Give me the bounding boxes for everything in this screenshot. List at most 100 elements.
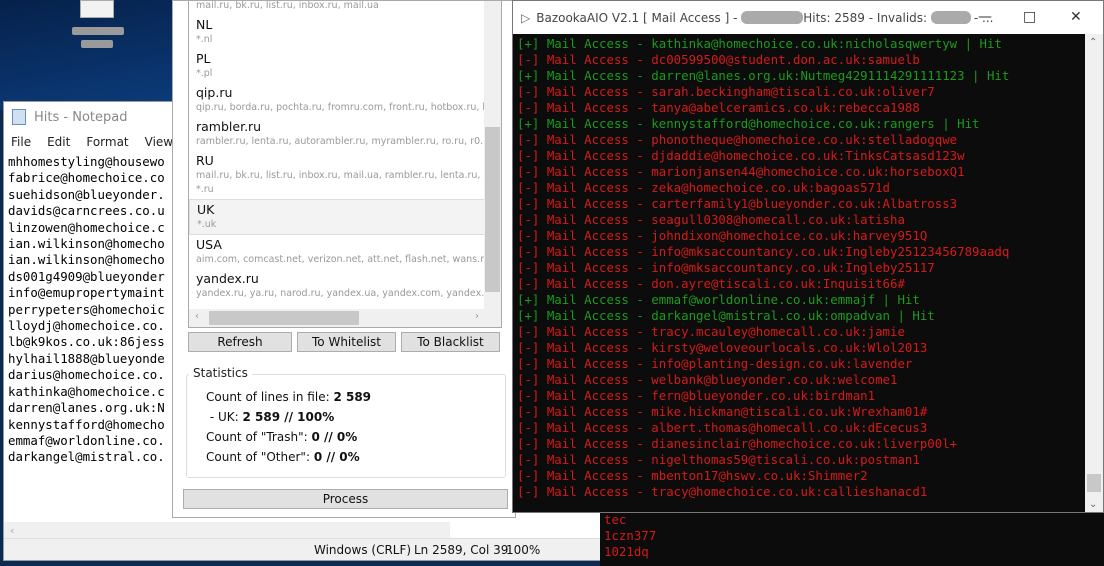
- status-bar: Windows (CRLF) Ln 2589, Col 39 100%: [4, 538, 600, 560]
- menu-item-format[interactable]: Format: [86, 135, 128, 149]
- bazooka-console-window: ▷ BazookaAIO V2.1 [ Mail Access ] - Hits…: [512, 0, 1104, 513]
- maximize-icon[interactable]: □: [1023, 9, 1036, 25]
- fail-line: [-] Mail Access - info@mksaccountancy.co…: [517, 244, 1010, 259]
- fail-line: [-] Mail Access - mike.hickman@tiscali.c…: [517, 404, 928, 419]
- fail-line: [-] Mail Access - albert.thomas@homecall…: [517, 420, 928, 435]
- fail-line: [-] Mail Access - marionjansen44@homecho…: [517, 164, 965, 179]
- to-whitelist-button[interactable]: To Whitelist: [297, 332, 396, 352]
- list-item[interactable]: PL *.pl: [189, 49, 501, 83]
- scroll-up-icon[interactable]: ⌃: [1089, 37, 1097, 48]
- fail-line: [-] Mail Access - phonotheque@homechoice…: [517, 132, 958, 147]
- trash-count: Count of "Trash": 0 // 0%: [206, 430, 357, 444]
- list-item-domains: rambler.ru, lenta.ru, autorambler.ru, my…: [196, 136, 501, 147]
- list-item-name: RU: [196, 153, 214, 168]
- list-item-domains: mail.ru, bk.ru, list.ru, inbox.ru, mail.…: [196, 1, 379, 11]
- fail-line: [-] Mail Access - fern@blueyonder.co.uk:…: [517, 388, 876, 403]
- background-console: tec 1czn377 1021dq: [600, 510, 1104, 566]
- statistics-title: Statistics: [189, 366, 252, 380]
- list-item[interactable]: qip.ru qip.ru, borda.ru, pochta.ru, fromr…: [189, 83, 501, 117]
- list-item[interactable]: USA aim.com, comcast.net, verizon.net, at…: [189, 235, 501, 269]
- fail-line: [-] Mail Access - tracy.mcauley@homecall…: [517, 324, 905, 339]
- scroll-thumb[interactable]: [1087, 474, 1101, 492]
- trash-value: 0 // 0%: [311, 430, 358, 444]
- list-item[interactable]: mail.ru, bk.ru, list.ru, inbox.ru, mail.…: [189, 1, 501, 15]
- menu-item-view[interactable]: View: [145, 135, 173, 149]
- fail-line: [-] Mail Access - dc00599500@student.don…: [517, 52, 920, 67]
- window-title: Hits - Notepad: [34, 109, 128, 125]
- refresh-button[interactable]: Refresh: [188, 332, 292, 352]
- desktop-file-icon[interactable]: [72, 0, 132, 50]
- hit-line: [+] Mail Access - kennystafford@homechoi…: [517, 116, 980, 131]
- uk-count: - UK: 2 589 // 100%: [206, 410, 334, 424]
- to-blacklist-button[interactable]: To Blacklist: [401, 332, 500, 352]
- list-item[interactable]: UK *.uk: [189, 199, 501, 235]
- fail-line: [-] Mail Access - info@planting-design.c…: [517, 356, 913, 371]
- menu-item-file[interactable]: File: [11, 135, 31, 149]
- list-item-domains: *.ru: [196, 184, 214, 195]
- redacted-label: [72, 27, 124, 35]
- list-item-domains: aim.com, comcast.net, verizon.net, att.n…: [196, 254, 501, 265]
- fail-line: [-] Mail Access - carterfamily1@blueyond…: [517, 196, 958, 211]
- redacted-label: [81, 40, 113, 48]
- cursor-position: Ln 2589, Col 39: [414, 543, 509, 557]
- fail-line: [-] Mail Access - don.ayre@tiscali.co.uk…: [517, 276, 905, 291]
- lines-value: 2 589: [333, 390, 372, 404]
- list-item[interactable]: RU mail.ru, bk.ru, list.ru, inbox.ru, mai…: [189, 151, 501, 199]
- app-icon: ▷: [521, 10, 531, 25]
- trash-label: Count of "Trash":: [206, 430, 312, 444]
- hit-line: [+] Mail Access - emmaf@worldonline.co.u…: [517, 292, 920, 307]
- list-item-name: PL: [196, 51, 211, 66]
- list-item-name: rambler.ru: [196, 119, 262, 134]
- fail-line: [-] Mail Access - nigelthomas59@tiscali.…: [517, 452, 920, 467]
- scroll-thumb[interactable]: [485, 127, 500, 292]
- process-button[interactable]: Process: [183, 489, 508, 509]
- other-value: 0 // 0%: [313, 450, 360, 464]
- console-titlebar[interactable]: ▷ BazookaAIO V2.1 [ Mail Access ] - Hits…: [513, 1, 1103, 34]
- scroll-left-icon[interactable]: ‹: [10, 524, 14, 537]
- list-item-domains: *.nl: [196, 34, 213, 45]
- scroll-thumb[interactable]: [209, 311, 359, 325]
- fail-line: [-] Mail Access - welbank@blueyonder.co.…: [517, 372, 898, 387]
- list-item-domains: *.uk: [197, 219, 217, 230]
- zoom-level: 100%: [506, 543, 541, 557]
- console-line: 1021dq: [604, 544, 649, 559]
- list-item-name: UK: [197, 202, 215, 217]
- hit-line: [+] Mail Access - darkangel@mistral.co.u…: [517, 308, 935, 323]
- fail-line: [-] Mail Access - info@mksaccountancy.co…: [517, 260, 935, 275]
- scroll-down-icon[interactable]: ⌄: [1089, 499, 1097, 510]
- list-item[interactable]: rambler.ru rambler.ru, lenta.ru, autoramb…: [189, 117, 501, 151]
- list-item[interactable]: yandex.ru yandex.ru, ya.ru, narod.ru, yan…: [189, 269, 501, 303]
- close-icon[interactable]: ✕: [1070, 9, 1082, 25]
- list-item-name: NL: [196, 17, 213, 32]
- fail-line: [-] Mail Access - tanya@abelceramics.co.…: [517, 100, 920, 115]
- fail-line: [-] Mail Access - mbenton17@hswv.co.uk:S…: [517, 468, 868, 483]
- horizontal-scrollbar[interactable]: ‹ ›: [189, 309, 501, 327]
- fail-line: [-] Mail Access - sarah.beckingham@tisca…: [517, 84, 935, 99]
- list-item-domains: mail.ru, bk.ru, list.ru, inbox.ru, mail.…: [196, 170, 501, 181]
- title-hits: Hits: 2589 - Invalids:: [803, 10, 931, 25]
- console-line: tec: [604, 512, 627, 527]
- domain-list[interactable]: mail.ru, bk.ru, list.ru, inbox.ru, mail.…: [188, 1, 502, 328]
- fail-line: [-] Mail Access - tracy@homechoice.co.uk…: [517, 484, 928, 499]
- uk-label: - UK:: [206, 410, 243, 424]
- lines-count: Count of lines in file: 2 589: [206, 390, 371, 404]
- encoding-status: Windows (CRLF): [314, 543, 412, 557]
- uk-value: 2 589 // 100%: [242, 410, 335, 424]
- list-item-name: qip.ru: [196, 85, 233, 100]
- other-count: Count of "Other": 0 // 0%: [206, 450, 360, 464]
- fail-line: [-] Mail Access - djdaddie@homechoice.co…: [517, 148, 965, 163]
- vertical-scrollbar[interactable]: [484, 1, 501, 309]
- scroll-left-icon[interactable]: ‹: [195, 311, 199, 322]
- hit-line: [+] Mail Access - kathinka@homechoice.co…: [517, 36, 1002, 51]
- scroll-right-icon[interactable]: ›: [475, 311, 479, 322]
- console-output[interactable]: [+] Mail Access - kathinka@homechoice.co…: [513, 34, 1103, 500]
- fail-line: [-] Mail Access - dianesinclair@homechoi…: [517, 436, 958, 451]
- redacted-block: [930, 11, 971, 24]
- menu-item-edit[interactable]: Edit: [47, 135, 70, 149]
- title-prefix: BazookaAIO V2.1 [ Mail Access ] -: [536, 10, 742, 25]
- minimize-icon[interactable]: —: [978, 9, 992, 25]
- other-label: Count of "Other":: [206, 450, 314, 464]
- notepad-icon: [12, 109, 26, 125]
- list-item[interactable]: NL *.nl: [189, 15, 501, 49]
- console-scrollbar[interactable]: ⌃ ⌄: [1085, 34, 1103, 512]
